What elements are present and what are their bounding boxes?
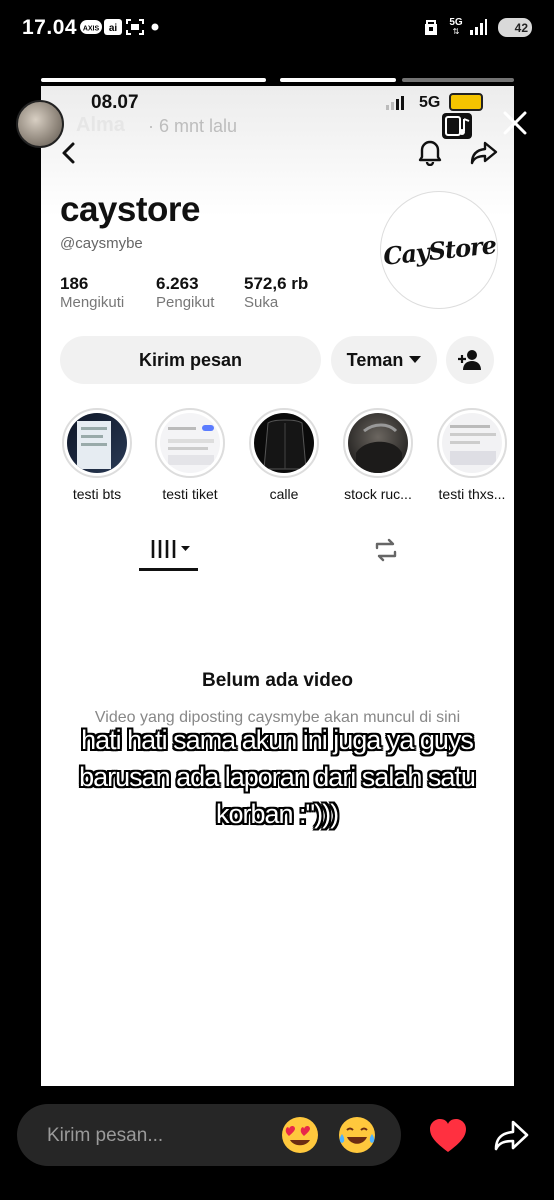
repost-tab[interactable] (371, 536, 401, 564)
battery-indicator: 42 (498, 18, 532, 37)
highlight-item[interactable] (249, 408, 319, 478)
caption-line: korban :"))) (215, 799, 339, 829)
story-progress-segment (402, 78, 514, 82)
highlight-item[interactable] (155, 408, 225, 478)
like-heart-icon[interactable] (428, 1118, 468, 1154)
vpn-icon (422, 18, 440, 36)
status-time: 17.04 (22, 16, 78, 39)
highlight-thumbnail (348, 413, 408, 473)
story-progress-segment (280, 78, 396, 82)
inner-network-label: 5G (419, 94, 441, 111)
stat-following[interactable]: 186 Mengikuti (60, 274, 124, 311)
share-icon[interactable] (469, 138, 499, 166)
highlight-thumbnail (254, 413, 314, 473)
caption-line: barusan ada laporan dari salah satu (79, 762, 476, 792)
profile-handle: @caysmybe (60, 235, 143, 252)
caption-line: hati hati sama akun ini juga ya guys (81, 725, 474, 755)
add-user-icon (457, 349, 483, 371)
add-friend-button[interactable] (446, 336, 494, 384)
send-message-button[interactable]: Kirim pesan (60, 336, 321, 384)
highlight-item[interactable] (343, 408, 413, 478)
stat-label: Pengikut (156, 294, 215, 311)
close-icon[interactable] (500, 108, 530, 138)
highlight-label: testi thxs... (438, 486, 506, 502)
signal-icon (468, 18, 488, 36)
stat-followers[interactable]: 6.263 Pengikut (156, 274, 214, 311)
battery-level: 42 (514, 20, 528, 35)
tears-of-joy-emoji[interactable] (338, 1116, 376, 1154)
dot-icon (150, 18, 160, 36)
stat-label: Mengikuti (60, 294, 125, 311)
screen-record-icon (126, 18, 144, 36)
friend-dropdown-button[interactable]: Teman (331, 336, 437, 384)
videos-tab[interactable] (141, 536, 195, 566)
inner-battery-icon (449, 93, 483, 111)
highlight-thumbnail (160, 413, 220, 473)
story-username[interactable]: Alma (76, 114, 125, 137)
story-avatar[interactable] (16, 100, 64, 148)
svg-text:ai: ai (109, 23, 118, 34)
highlight-label: calle (269, 486, 299, 502)
highlight-label: stock ruc... (344, 486, 412, 502)
ai-icon: ai (104, 18, 122, 36)
highlight-label: testi tiket (162, 486, 218, 502)
highlight-item[interactable] (62, 408, 132, 478)
share-arrow-icon[interactable] (494, 1118, 530, 1152)
highlight-thumbnail (442, 413, 502, 473)
grid-icon (151, 540, 190, 558)
heart-eyes-emoji[interactable] (281, 1116, 319, 1154)
shared-screenshot: 08.07 5G caystore @caysmybe 186 Mengikut… (41, 86, 514, 1086)
profile-name: caystore (60, 190, 200, 229)
active-tab-indicator (139, 568, 198, 571)
brand-logo: CayStore (381, 229, 497, 271)
bell-icon[interactable] (417, 138, 443, 167)
back-chevron-icon[interactable] (58, 140, 80, 166)
inner-status-time: 08.07 (91, 92, 139, 113)
story-time-ago: 6 mnt lalu (159, 116, 238, 136)
music-icon[interactable] (442, 113, 472, 139)
highlight-thumbnail (67, 413, 127, 473)
highlight-label: testi bts (72, 486, 122, 502)
story-timestamp: · 6 mnt lalu (148, 116, 238, 136)
reply-placeholder: Kirim pesan... (47, 1125, 164, 1146)
network-5g-icon: 5G ⇅ (449, 17, 463, 36)
repost-icon (375, 538, 397, 562)
story-caption: hati hati sama akun ini juga ya guys bar… (10, 722, 544, 833)
story-progress-segment (41, 78, 266, 82)
stat-value: 6.263 (156, 274, 199, 293)
stat-value: 572,6 rb (244, 274, 309, 293)
inner-signal-icon (386, 96, 410, 115)
highlight-item[interactable] (437, 408, 507, 478)
svg-text:AXIS: AXIS (83, 26, 100, 33)
stat-label: Suka (244, 294, 279, 311)
empty-state-title: Belum ada video (202, 670, 353, 691)
caret-down-icon (409, 356, 422, 364)
friend-label: Teman (346, 349, 404, 370)
stat-value: 186 (60, 274, 89, 293)
profile-avatar[interactable]: CayStore (380, 191, 498, 309)
axis-icon: AXIS (80, 18, 102, 36)
stat-likes[interactable]: 572,6 rb Suka (244, 274, 308, 311)
